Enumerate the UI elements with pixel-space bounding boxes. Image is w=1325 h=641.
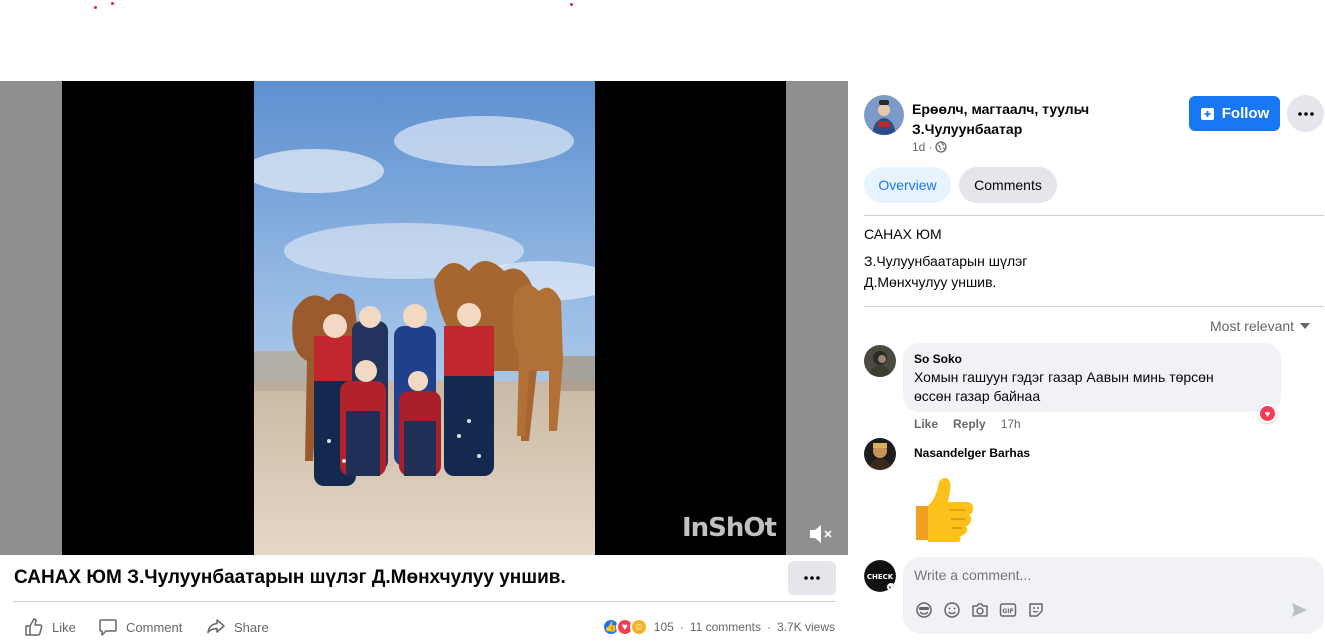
emoji-icon <box>944 602 960 618</box>
gif-button[interactable]: GIF <box>998 600 1018 620</box>
comment-bubble: So Soko Хомын гашуун гэдэг газар Аавын м… <box>903 343 1281 412</box>
thumbs-up-icon <box>25 618 43 636</box>
share-button[interactable]: Share <box>206 617 269 637</box>
caret-down-icon <box>1300 323 1311 329</box>
emoji-button[interactable] <box>942 600 962 620</box>
like-button[interactable]: Like <box>24 617 76 637</box>
comment-input[interactable] <box>914 567 1294 583</box>
page-name[interactable]: Ерөөлч, магтаалч, туульч З.Чулуунбаатар <box>912 99 1162 139</box>
send-comment-button[interactable] <box>1289 600 1309 620</box>
divider <box>864 306 1324 307</box>
separator-dot: · <box>679 620 684 634</box>
thumbs-up-sticker <box>906 476 978 543</box>
more-dots-icon <box>1297 111 1314 116</box>
decorative-dot <box>94 6 97 9</box>
panel-more-button[interactable] <box>1287 95 1324 132</box>
comment-text-line: өссөн газар байнаа <box>914 388 1041 404</box>
speaker-muted-icon <box>810 525 832 543</box>
post-more-button[interactable] <box>788 561 836 595</box>
comment-composer: GIF <box>903 557 1324 634</box>
post-stats: 👍 ♥ ☺ 105 · 11 comments · 3.7K views <box>601 618 835 636</box>
page-name-line1: Ерөөлч, магтаалч, туульч <box>912 101 1090 117</box>
reaction-count[interactable]: 105 <box>654 620 674 634</box>
description-title: САНАХ ЮМ <box>864 226 942 242</box>
comment-label: Comment <box>126 619 183 635</box>
separator-dot: · <box>766 620 771 634</box>
comment-text-line: Хомын гашуун гэдэг газар Аавын минь төрс… <box>914 369 1214 385</box>
sort-comments-dropdown[interactable]: Most relevant <box>1210 318 1311 334</box>
post-meta: 1d · <box>912 140 948 154</box>
page-avatar[interactable] <box>864 95 904 135</box>
divider <box>13 601 836 602</box>
comment-author[interactable]: So Soko <box>914 352 1270 366</box>
comment-author[interactable]: Nasandelger Barhas <box>914 446 1030 460</box>
comment-like-button[interactable]: Like <box>914 417 938 431</box>
send-icon <box>1292 603 1307 617</box>
camera-icon <box>972 603 988 617</box>
sort-label: Most relevant <box>1210 318 1295 334</box>
comment-icon <box>99 619 117 636</box>
post-time[interactable]: 1d <box>912 140 925 154</box>
separator-dot: · <box>928 140 933 154</box>
more-dots-icon <box>804 576 820 580</box>
comment-reaction-badge[interactable]: ♥ <box>1258 404 1277 423</box>
gif-icon: GIF <box>999 603 1017 617</box>
video-still-image <box>254 81 595 555</box>
like-label: Like <box>52 619 76 635</box>
comment-reply-button[interactable]: Reply <box>953 417 986 431</box>
description-line: Д.Мөнхчулуу уншив. <box>864 274 997 290</box>
page-name-line2: З.Чулуунбаатар <box>912 121 1023 137</box>
camera-button[interactable] <box>970 600 990 620</box>
commenter-avatar[interactable] <box>864 438 896 470</box>
svg-text:GIF: GIF <box>1002 608 1013 615</box>
tab-overview[interactable]: Overview <box>864 167 951 203</box>
comment-time[interactable]: 17h <box>1001 417 1021 431</box>
decorative-dot <box>570 3 573 6</box>
video-watermark: InShOt <box>682 513 777 543</box>
video-player[interactable]: InShOt <box>0 81 848 555</box>
comment-count[interactable]: 11 comments <box>690 620 761 634</box>
globe-icon <box>935 141 948 153</box>
share-label: Share <box>234 619 269 635</box>
follow-page-icon <box>1200 107 1214 120</box>
mute-button[interactable] <box>806 521 834 547</box>
current-user-avatar[interactable]: CHECK <box>864 560 896 592</box>
sticker-button[interactable] <box>1026 600 1046 620</box>
divider <box>864 215 1324 216</box>
avatar-sticker-button[interactable] <box>914 600 934 620</box>
view-count: 3.7K views <box>776 620 835 634</box>
follow-button[interactable]: Follow <box>1189 96 1280 131</box>
comment-actions: Like Reply 17h <box>914 417 1021 431</box>
post-title: САНАХ ЮМ З.Чулуунбаатарын шүлэг Д.Мөнхчу… <box>14 567 566 588</box>
avatar-sticker-icon <box>916 602 932 618</box>
decorative-dot <box>111 2 114 5</box>
follow-label: Follow <box>1221 105 1270 122</box>
sticker-icon <box>1029 603 1043 617</box>
description-line: З.Чулуунбаатарын шүлэг <box>864 253 1028 269</box>
svg-text:CHECK: CHECK <box>867 573 894 581</box>
reaction-icons[interactable]: 👍 ♥ ☺ <box>601 618 648 636</box>
care-reaction-icon: ☺ <box>629 618 648 636</box>
heart-icon: ♥ <box>1260 406 1275 421</box>
tab-comments[interactable]: Comments <box>959 167 1057 203</box>
comment-text: Хомын гашуун гэдэг газар Аавын минь төрс… <box>914 368 1270 406</box>
thumbs-up-icon <box>916 478 974 543</box>
comment-button[interactable]: Comment <box>98 617 182 637</box>
video-frame[interactable] <box>254 81 595 555</box>
share-icon <box>207 619 225 634</box>
commenter-avatar[interactable] <box>864 345 896 377</box>
